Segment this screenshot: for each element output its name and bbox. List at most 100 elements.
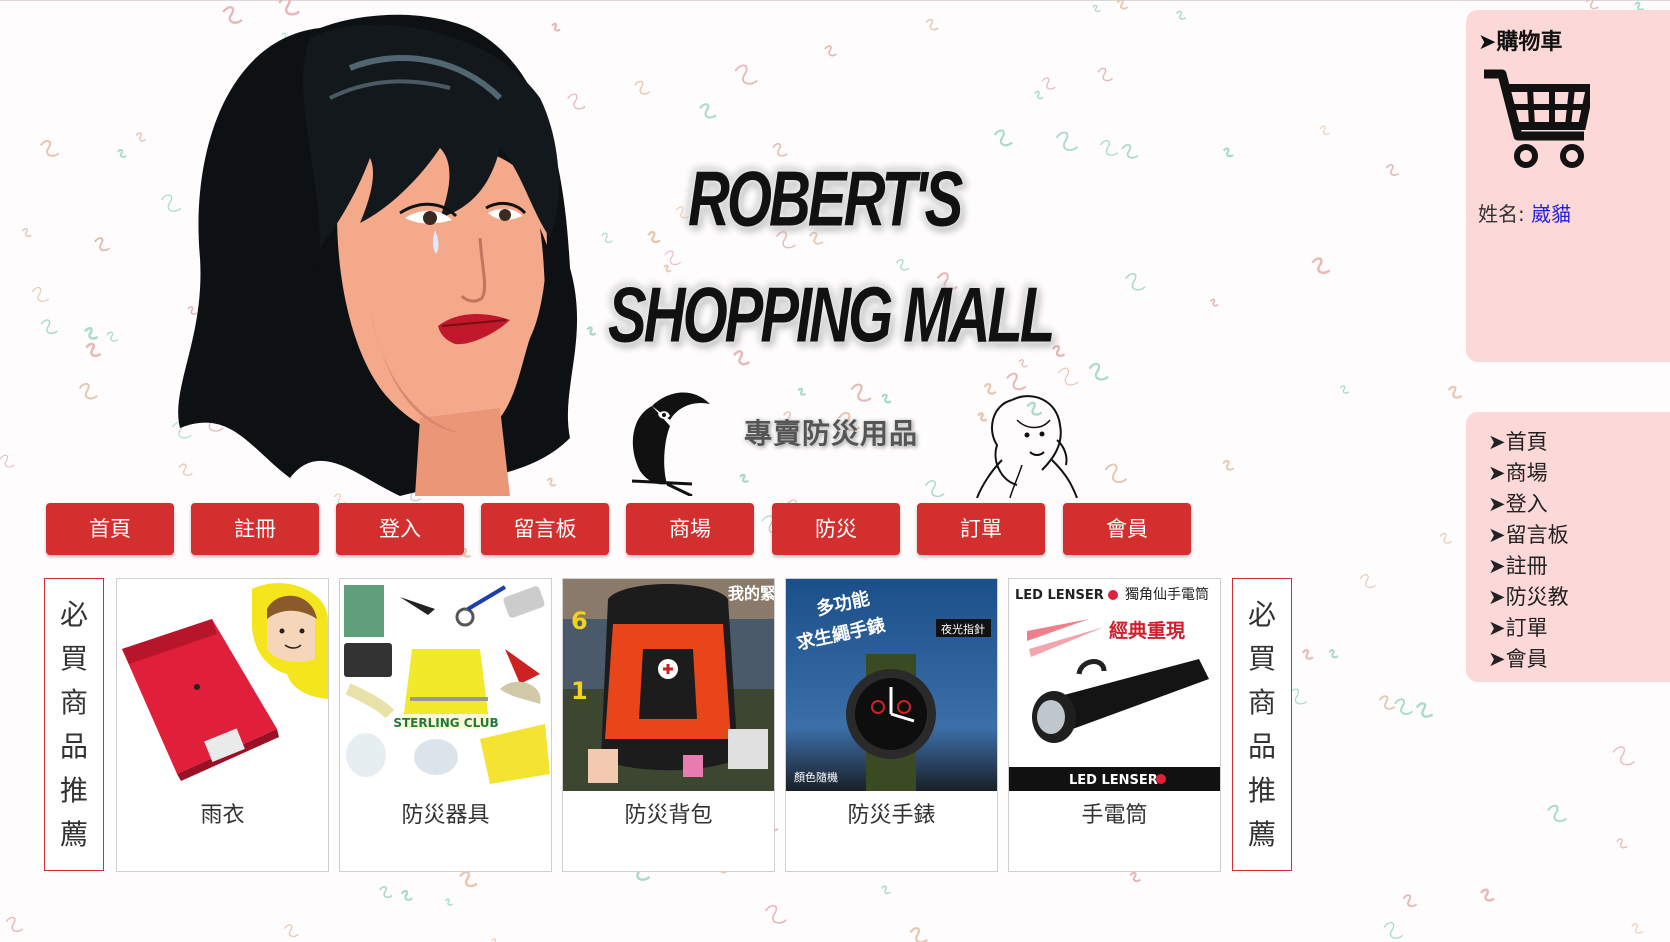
background-squiggle bbox=[85, 342, 102, 358]
nav-guestbook-button[interactable]: 留言板 bbox=[481, 503, 609, 555]
woman-portrait-illustration bbox=[178, 14, 578, 496]
must-buy-label-char: 薦 bbox=[1247, 817, 1276, 851]
background-squiggle bbox=[1359, 574, 1376, 589]
flash-brand-footer-text: LED LENSER bbox=[1069, 773, 1158, 788]
nav-register-button[interactable]: 註冊 bbox=[191, 503, 319, 555]
cart-title: ➤購物車 bbox=[1478, 30, 1563, 55]
product-name: 防災器具 bbox=[401, 803, 490, 828]
background-squiggle bbox=[1616, 838, 1628, 849]
background-squiggle bbox=[909, 927, 928, 942]
nav-login-button[interactable]: 登入 bbox=[336, 503, 464, 555]
side-menu-guestbook[interactable]: ➤留言板 bbox=[1488, 519, 1569, 549]
product-card-backpack[interactable]: 6 1 我的緊急 防災背包 bbox=[562, 578, 775, 872]
flash-slogan-text: 經典重現 bbox=[1109, 619, 1185, 642]
logo-line-1: ROBERT'S bbox=[688, 155, 963, 244]
background-squiggle bbox=[1631, 923, 1644, 934]
background-squiggle bbox=[284, 924, 299, 938]
product-card-watch[interactable]: 多功能 求生繩手錶 夜光指針 顏色隨機 防災手錶 bbox=[785, 578, 998, 872]
must-buy-label-char: 必 bbox=[1247, 597, 1276, 631]
side-menu-login[interactable]: ➤登入 bbox=[1488, 488, 1548, 518]
background-squiggle bbox=[1612, 746, 1635, 766]
must-buy-label-char: 買 bbox=[1247, 641, 1276, 675]
product-name: 防災手錶 bbox=[847, 803, 936, 828]
background-squiggle bbox=[1328, 649, 1339, 659]
must-buy-label-char: 商 bbox=[59, 685, 88, 719]
must-buy-label-char: 必 bbox=[59, 597, 88, 631]
background-squiggle bbox=[84, 326, 99, 340]
must-buy-label-char: 買 bbox=[59, 641, 88, 675]
side-menu-disaster[interactable]: ➤防災教 bbox=[1488, 581, 1569, 611]
flash-title-text: 獨角仙手電筒 bbox=[1125, 586, 1209, 603]
must-buy-label-right: 必買商品推薦 bbox=[1232, 578, 1292, 871]
side-menu-home[interactable]: ➤首頁 bbox=[1488, 426, 1548, 456]
background-squiggle bbox=[1634, 1, 1645, 11]
background-squiggle bbox=[1339, 385, 1350, 394]
must-buy-label-text: 必買商品推薦 bbox=[1233, 593, 1291, 857]
banner-tagline: 專賣防災用品 bbox=[744, 417, 919, 450]
emergency-backpack-image: 6 1 我的緊急 bbox=[563, 579, 774, 791]
product-name: 雨衣 bbox=[200, 803, 245, 828]
background-squiggle bbox=[1319, 125, 1331, 135]
side-menu-register[interactable]: ➤註冊 bbox=[1488, 550, 1548, 580]
backpack-6in1-text: 6 bbox=[571, 607, 588, 635]
side-menu-mall[interactable]: ➤商場 bbox=[1488, 457, 1548, 487]
backpack-top-text: 我的緊急 bbox=[728, 584, 774, 603]
background-squiggle bbox=[39, 139, 60, 157]
background-squiggle bbox=[135, 132, 147, 142]
background-squiggle bbox=[31, 287, 50, 302]
must-buy-label-text: 必買商品推薦 bbox=[45, 593, 103, 857]
site-banner: ROBERT'S SHOPPING MALL 專賣防災用品 bbox=[150, 8, 1150, 498]
background-squiggle bbox=[5, 916, 24, 932]
background-squiggle bbox=[1175, 10, 1187, 20]
background-squiggle bbox=[40, 319, 58, 335]
background-squiggle bbox=[444, 898, 454, 906]
background-squiggle bbox=[21, 228, 32, 237]
background-squiggle bbox=[1311, 257, 1331, 274]
must-buy-label-char: 商 bbox=[1247, 685, 1276, 719]
background-squiggle bbox=[0, 454, 15, 468]
pinup-girl-sketch bbox=[976, 395, 1078, 498]
background-squiggle bbox=[1222, 147, 1234, 158]
background-squiggle bbox=[1129, 871, 1141, 883]
user-name-link[interactable]: 崴貓 bbox=[1531, 202, 1571, 226]
cart-panel: ➤購物車 姓名: 崴貓 bbox=[1466, 10, 1670, 362]
watch-colors-text: 顏色隨機 bbox=[794, 770, 838, 784]
nav-mall-button[interactable]: 商場 bbox=[626, 503, 754, 555]
background-squiggle bbox=[1439, 532, 1452, 544]
background-squiggle bbox=[1480, 888, 1495, 902]
background-squiggle bbox=[459, 870, 478, 888]
background-squiggle bbox=[1415, 702, 1434, 718]
side-menu-orders[interactable]: ➤訂單 bbox=[1488, 612, 1548, 642]
nav-home-button[interactable]: 首頁 bbox=[46, 503, 174, 555]
background-squiggle bbox=[1383, 921, 1404, 939]
shopping-cart-icon[interactable] bbox=[1480, 66, 1590, 171]
background-squiggle bbox=[1402, 894, 1418, 908]
side-menu-panel: ➤首頁 ➤商場 ➤登入 ➤留言板 ➤註冊 ➤防災教 ➤訂單 ➤會員 bbox=[1466, 412, 1670, 682]
user-name-label: 姓名: bbox=[1478, 202, 1532, 226]
flashlight-image: LED LENSER 獨角仙手電筒 經典重現 LED LENSER bbox=[1009, 579, 1220, 791]
background-squiggle bbox=[78, 382, 98, 400]
background-squiggle bbox=[1585, 0, 1599, 10]
must-buy-label-left: 必買商品推薦 bbox=[44, 578, 104, 871]
background-squiggle bbox=[1301, 649, 1314, 660]
must-buy-label-char: 品 bbox=[59, 729, 88, 763]
nav-disaster-button[interactable]: 防災 bbox=[772, 503, 900, 555]
must-buy-label-char: 品 bbox=[1247, 729, 1276, 763]
nav-member-button[interactable]: 會員 bbox=[1063, 503, 1191, 555]
side-menu-member[interactable]: ➤會員 bbox=[1488, 643, 1548, 673]
top-border bbox=[0, 0, 1670, 1]
background-squiggle bbox=[400, 889, 414, 901]
flash-brand-text: LED LENSER bbox=[1015, 588, 1104, 603]
background-squiggle bbox=[379, 886, 393, 899]
background-squiggle bbox=[1209, 298, 1219, 307]
background-squiggle bbox=[106, 331, 119, 342]
watch-badge-text: 夜光指針 bbox=[941, 622, 985, 636]
backpack-1-text: 1 bbox=[571, 677, 588, 705]
kit-brand-text: STERLING CLUB bbox=[393, 716, 498, 730]
cart-user-line: 姓名: 崴貓 bbox=[1478, 198, 1571, 227]
product-card-disaster-kit[interactable]: STERLING CLUB 防災器具 bbox=[339, 578, 552, 872]
background-squiggle bbox=[1222, 459, 1235, 471]
product-card-flashlight[interactable]: LED LENSER 獨角仙手電筒 經典重現 LED LENSER 手電筒 bbox=[1008, 578, 1221, 872]
product-card-raincoat[interactable]: 雨衣 bbox=[116, 578, 329, 872]
nav-orders-button[interactable]: 訂單 bbox=[917, 503, 1045, 555]
